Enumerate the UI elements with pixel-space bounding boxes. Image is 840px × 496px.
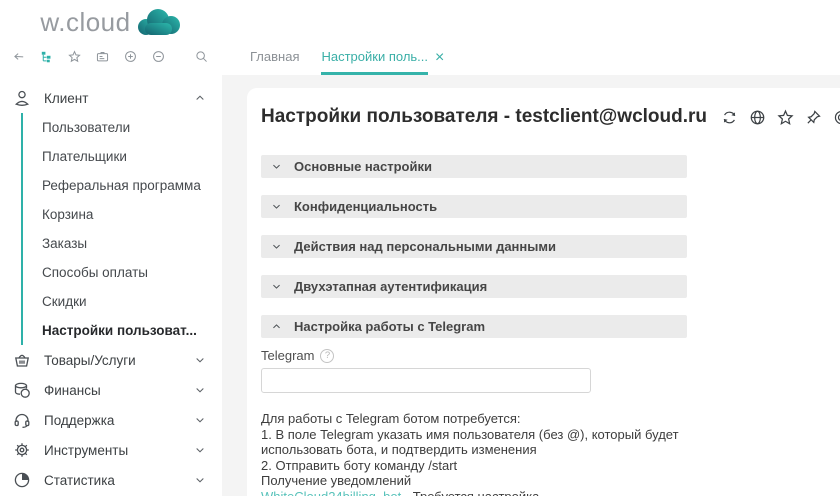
- pin-icon[interactable]: [805, 109, 822, 126]
- sidebar-item-label: Инструменты: [44, 443, 181, 458]
- accordion-label: Двухэтапная аутентификация: [294, 279, 487, 294]
- tab-bar: Главная Настройки поль... ×: [222, 38, 444, 75]
- brand-logo[interactable]: w.cloud: [0, 0, 222, 38]
- telegram-input[interactable]: [261, 368, 591, 393]
- headset-icon: [13, 411, 31, 429]
- back-arrow-icon[interactable]: [12, 48, 25, 65]
- chevron-up-icon: [194, 92, 206, 104]
- chevron-down-icon: [194, 474, 206, 486]
- help-step2-line: 2. Отправить боту команду /start: [261, 458, 687, 474]
- tab-home[interactable]: Главная: [250, 38, 299, 75]
- sidebar-item-label: Клиент: [44, 91, 181, 106]
- star-icon[interactable]: [777, 109, 794, 126]
- chevron-down-icon: [194, 444, 206, 456]
- chevron-down-icon: [271, 201, 282, 212]
- main-layout: Клиент Пользователи Плательщики Рефераль…: [0, 75, 840, 496]
- top-bar: w.cloud: [0, 0, 840, 38]
- sidebar-item-products-services[interactable]: Товары/Услуги: [0, 345, 222, 375]
- telegram-field-label-row: Telegram ?: [261, 348, 687, 363]
- basket-icon: [13, 351, 31, 369]
- tasks-card-icon[interactable]: [96, 48, 109, 65]
- settings-accordion: Основные настройки Конфиденциальность Де…: [261, 155, 687, 496]
- toolbar-tab-row: Главная Настройки поль... ×: [0, 38, 840, 75]
- sidebar-item-orders[interactable]: Заказы: [42, 229, 222, 258]
- accordion-privacy[interactable]: Конфиденциальность: [261, 195, 687, 218]
- chevron-down-icon: [271, 161, 282, 172]
- accordion-label: Действия над персональными данными: [294, 239, 556, 254]
- sidebar-item-users[interactable]: Пользователи: [42, 113, 222, 142]
- tab-active-group: Настройки поль... ×: [321, 38, 444, 75]
- page-title: Настройки пользователя - testclient@wclo…: [261, 106, 707, 128]
- brand-logo-text: w.cloud: [40, 7, 130, 38]
- chevron-down-icon: [271, 241, 282, 252]
- sidebar-item-payers[interactable]: Плательщики: [42, 142, 222, 171]
- sidebar-item-client[interactable]: Клиент: [0, 83, 222, 113]
- chevron-down-icon: [194, 354, 206, 366]
- tree-menu-icon[interactable]: [40, 48, 53, 65]
- accordion-personal-data-actions[interactable]: Действия над персональными данными: [261, 235, 687, 258]
- minus-circle-icon[interactable]: [152, 48, 165, 65]
- sidebar-item-label: Статистика: [44, 473, 181, 488]
- plus-circle-icon[interactable]: [124, 48, 137, 65]
- globe-icon[interactable]: [749, 109, 766, 126]
- content-area: Настройки пользователя - testclient@wclo…: [222, 75, 840, 496]
- sidebar-nav: Клиент Пользователи Плательщики Рефераль…: [0, 75, 222, 496]
- star-icon[interactable]: [68, 48, 81, 65]
- tab-user-settings[interactable]: Настройки поль...: [321, 38, 428, 75]
- chevron-down-icon: [271, 281, 282, 292]
- chevron-down-icon: [194, 384, 206, 396]
- ring-icon[interactable]: [833, 109, 840, 126]
- telegram-field-label: Telegram: [261, 348, 314, 363]
- tab-close-icon[interactable]: ×: [435, 48, 444, 66]
- sidebar-item-statistics[interactable]: Статистика: [0, 465, 222, 495]
- client-person-icon: [13, 89, 31, 107]
- sidebar-item-payment-methods[interactable]: Способы оплаты: [42, 258, 222, 287]
- telegram-section-body: Telegram ? Для работы с Telegram ботом п…: [261, 348, 687, 496]
- client-submenu: Пользователи Плательщики Реферальная про…: [21, 113, 222, 345]
- help-step1-line: 1. В поле Telegram указать имя пользоват…: [261, 427, 687, 458]
- coins-icon: [13, 381, 31, 399]
- bot-status-line: WhiteCloud24billing_bot - Требуется наст…: [261, 489, 687, 496]
- sidebar-toolbar: [0, 38, 222, 75]
- accordion-label: Основные настройки: [294, 159, 432, 174]
- page-title-actions: [721, 109, 840, 126]
- help-icon[interactable]: ?: [320, 349, 334, 363]
- accordion-label: Настройка работы с Telegram: [294, 319, 485, 334]
- sidebar-item-discounts[interactable]: Скидки: [42, 287, 222, 316]
- refresh-icon[interactable]: [721, 109, 738, 126]
- accordion-telegram-settings[interactable]: Настройка работы с Telegram: [261, 315, 687, 338]
- content-panel: Настройки пользователя - testclient@wclo…: [247, 88, 840, 496]
- page-title-row: Настройки пользователя - testclient@wclo…: [261, 106, 840, 128]
- accordion-two-step-auth[interactable]: Двухэтапная аутентификация: [261, 275, 687, 298]
- sidebar-item-label: Товары/Услуги: [44, 353, 181, 368]
- notifications-label: Получение уведомлений: [261, 473, 687, 489]
- accordion-label: Конфиденциальность: [294, 199, 437, 214]
- sidebar-item-user-settings[interactable]: Настройки пользоват...: [42, 316, 222, 345]
- sidebar-item-tools[interactable]: Инструменты: [0, 435, 222, 465]
- bot-link[interactable]: WhiteCloud24billing_bot: [261, 489, 401, 496]
- cloud-logo-icon: [136, 8, 182, 38]
- sidebar-item-support[interactable]: Поддержка: [0, 405, 222, 435]
- sidebar-item-label: Финансы: [44, 383, 181, 398]
- accordion-basic-settings[interactable]: Основные настройки: [261, 155, 687, 178]
- gear-icon: [13, 441, 31, 459]
- search-icon[interactable]: [195, 48, 208, 65]
- sidebar-item-label: Поддержка: [44, 413, 181, 428]
- chevron-down-icon: [194, 414, 206, 426]
- pie-chart-icon: [13, 471, 31, 489]
- sidebar-item-cart[interactable]: Корзина: [42, 200, 222, 229]
- sidebar-item-referral-program[interactable]: Реферальная программа: [42, 171, 222, 200]
- help-intro-line: Для работы с Telegram ботом потребуется:: [261, 411, 687, 427]
- bot-status-text: - Требуется настройка: [401, 489, 539, 496]
- sidebar-item-finance[interactable]: Финансы: [0, 375, 222, 405]
- chevron-up-icon: [271, 321, 282, 332]
- telegram-help-text: Для работы с Telegram ботом потребуется:…: [261, 411, 687, 496]
